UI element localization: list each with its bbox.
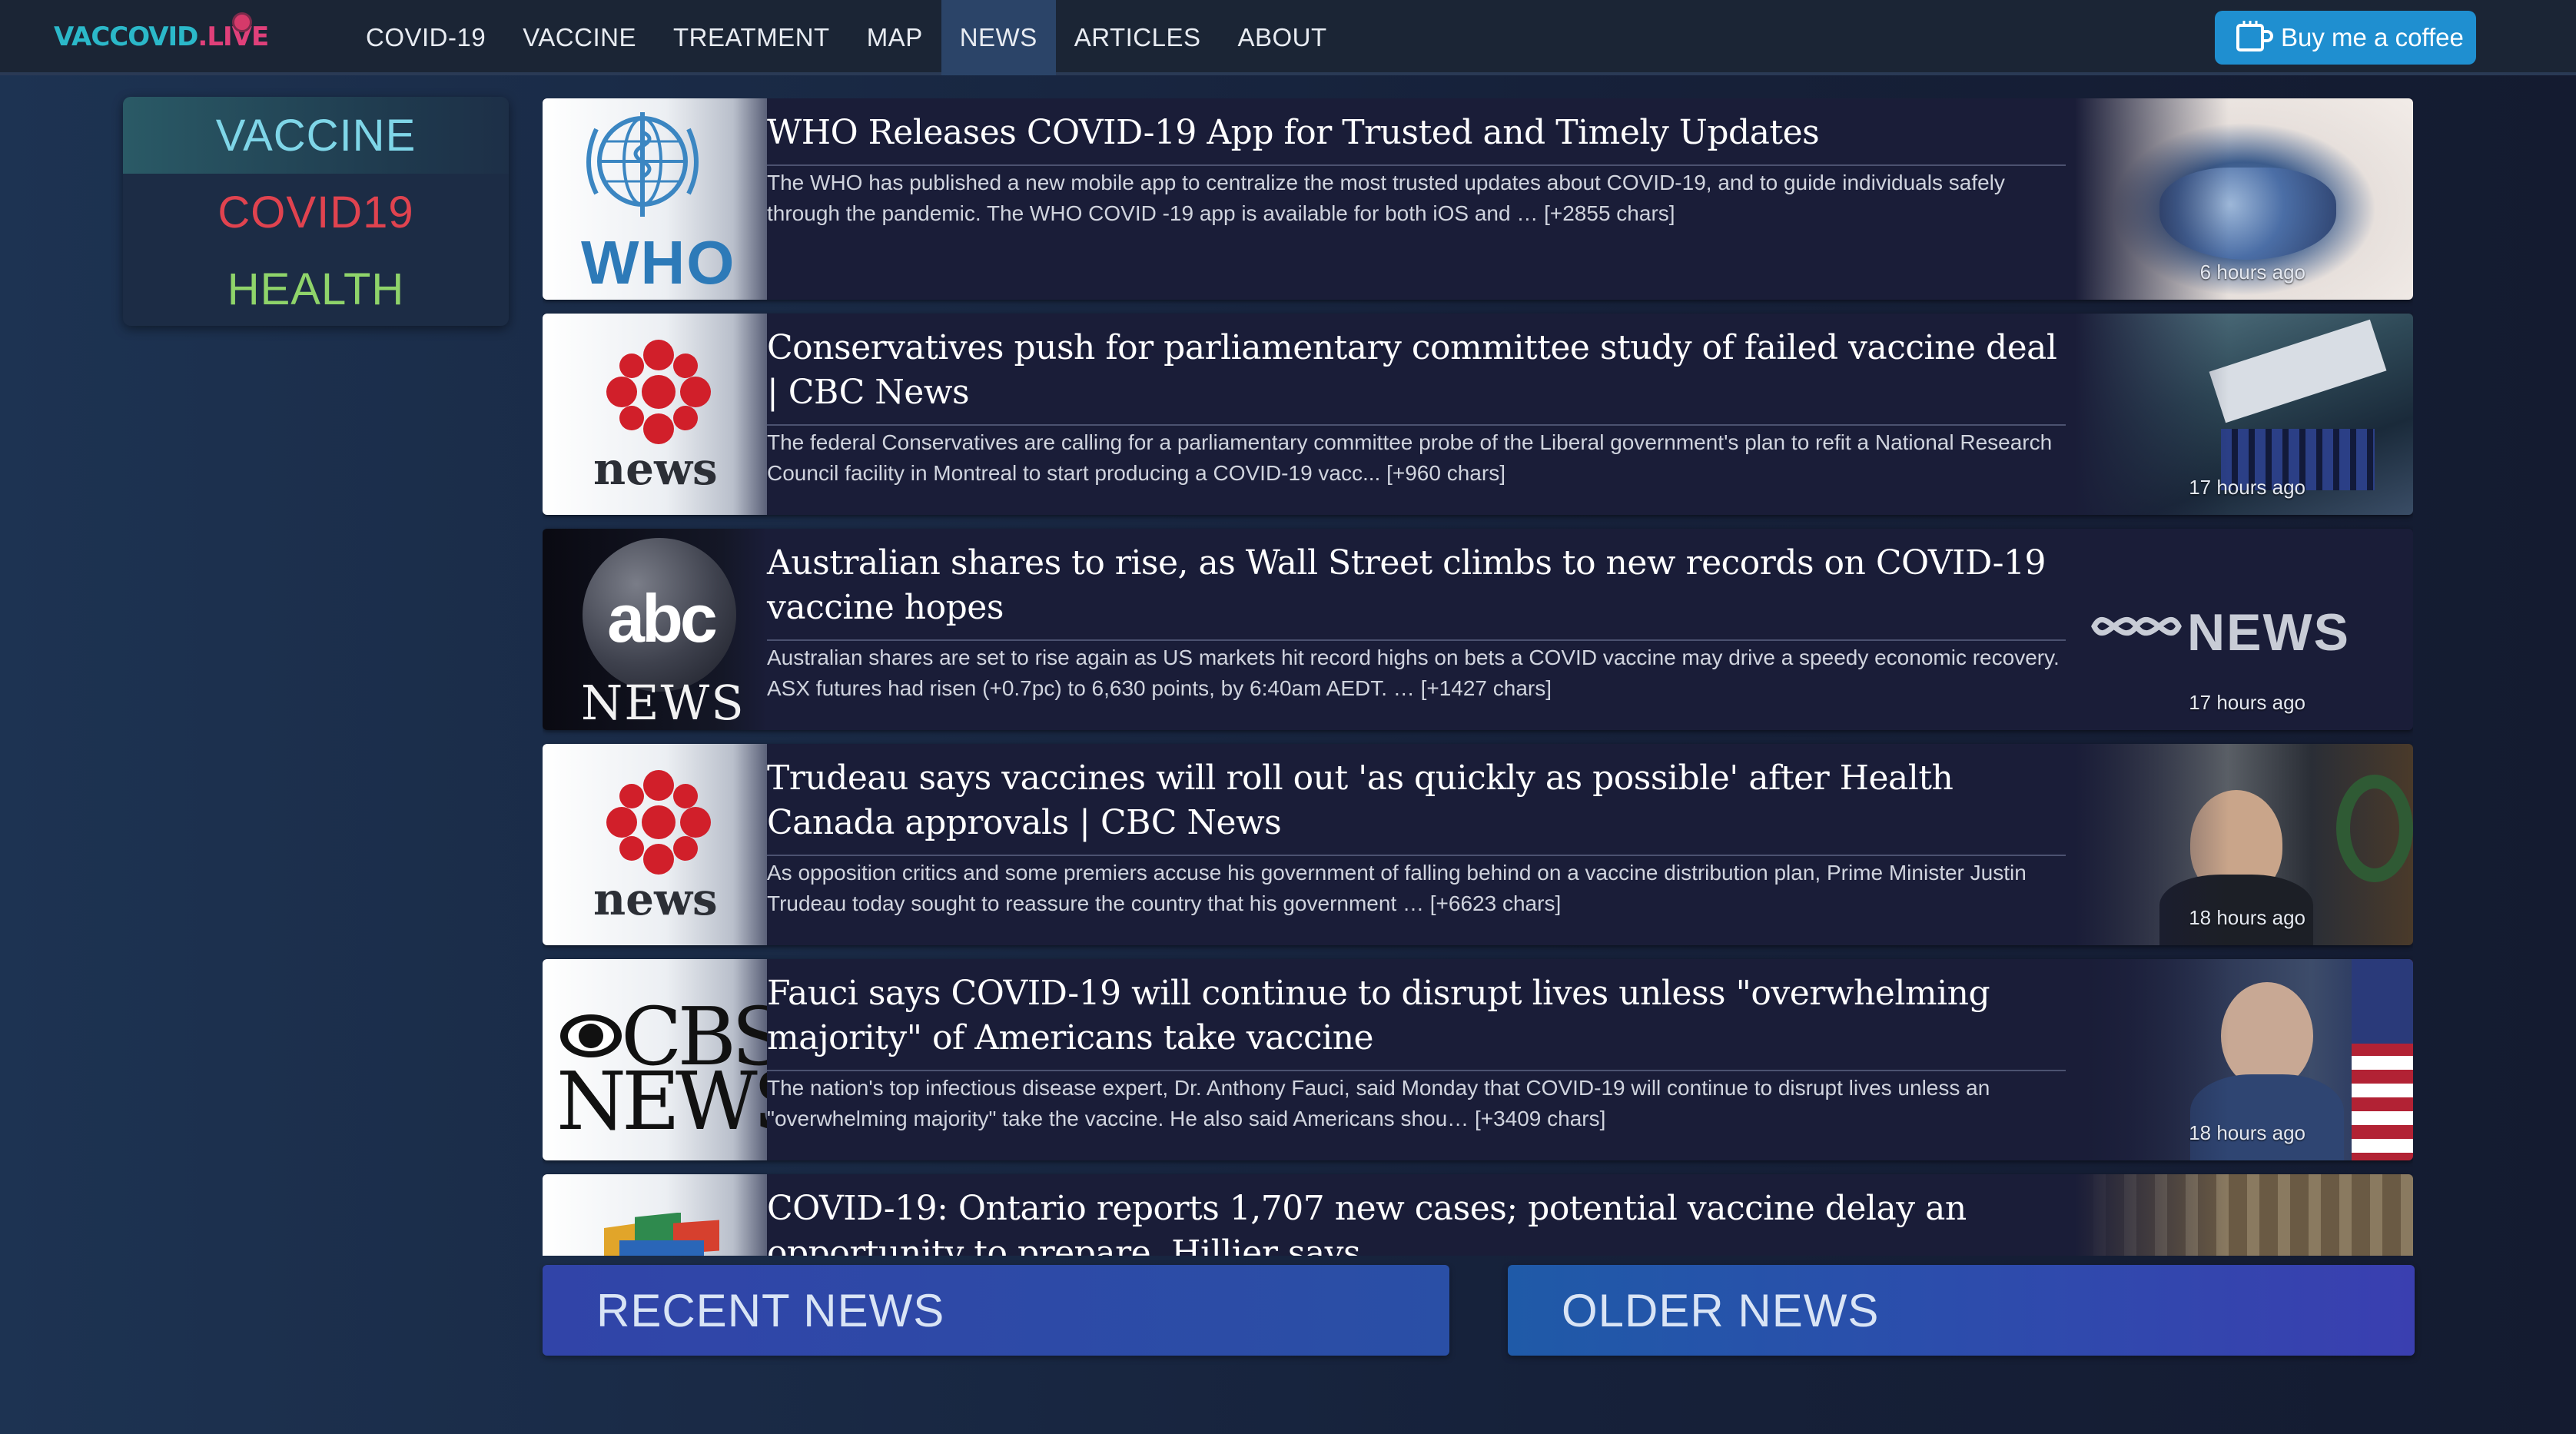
nav-item-map[interactable]: MAP xyxy=(848,0,941,75)
news-card[interactable]: news Conservatives push for parliamentar… xyxy=(543,314,2413,515)
source-logo-globalnews xyxy=(543,1174,767,1256)
news-card[interactable]: WHO WHO Releases COVID-19 App for Truste… xyxy=(543,98,2413,300)
source-logo-cbc: news xyxy=(543,744,767,945)
news-description: The WHO has published a new mobile app t… xyxy=(767,171,2005,225)
category-menu: VACCINE COVID19 HEALTH xyxy=(123,97,509,326)
news-time: 18 hours ago xyxy=(2189,1121,2305,1144)
title-divider xyxy=(767,164,2066,166)
cbc-wordmark: news xyxy=(593,873,718,925)
news-card[interactable]: abc NEWS Australian shares to rise, as W… xyxy=(543,529,2413,730)
news-time: 17 hours ago xyxy=(2189,476,2305,499)
category-health[interactable]: HEALTH xyxy=(123,251,509,327)
person-face-shape xyxy=(2221,982,2313,1090)
news-description: As opposition critics and some premiers … xyxy=(767,861,2027,915)
nav-item-vaccine[interactable]: VACCINE xyxy=(504,0,655,75)
news-description: Australian shares are set to rise again … xyxy=(767,646,2060,700)
news-thumbnail xyxy=(2075,1174,2413,1256)
thumb-fade xyxy=(2075,1174,2229,1256)
nav-item-covid19[interactable]: COVID-19 xyxy=(347,0,504,75)
logo-virus-icon xyxy=(232,12,252,32)
nav-item-treatment[interactable]: TREATMENT xyxy=(655,0,848,75)
news-card[interactable]: COVID-19: Ontario reports 1,707 new case… xyxy=(543,1174,2413,1256)
news-list: WHO WHO Releases COVID-19 App for Truste… xyxy=(543,98,2413,1256)
who-emblem-icon xyxy=(586,112,699,217)
older-news-button[interactable]: OLDER NEWS xyxy=(1508,1265,2415,1356)
title-divider xyxy=(767,855,2066,856)
news-description: The federal Conservatives are calling fo… xyxy=(767,430,2053,485)
category-covid19[interactable]: COVID19 xyxy=(123,174,509,251)
category-vaccine[interactable]: VACCINE xyxy=(123,97,509,174)
top-navbar: VACCOVID.LIVE COVID-19 VACCINE TREATMENT… xyxy=(0,0,2576,75)
news-time: 6 hours ago xyxy=(2199,261,2305,284)
coffee-cup-icon xyxy=(2236,21,2273,51)
cbc-gem-icon xyxy=(606,340,711,444)
recent-news-button[interactable]: RECENT NEWS xyxy=(543,1265,1449,1356)
source-logo-abc: abc NEWS xyxy=(543,529,767,730)
news-card[interactable]: CBS NEWS Fauci says COVID-19 will contin… xyxy=(543,959,2413,1160)
source-logo-who: WHO xyxy=(543,98,767,300)
source-logo-cbc: news xyxy=(543,314,767,515)
news-title[interactable]: Trudeau says vaccines will roll out 'as … xyxy=(767,756,2066,847)
news-description: The nation's top infectious disease expe… xyxy=(767,1076,1990,1130)
wreath-shape xyxy=(2336,775,2413,882)
news-title[interactable]: Australian shares to rise, as Wall Stree… xyxy=(767,541,2066,632)
cbc-gem-icon xyxy=(606,770,711,875)
cbc-wordmark: news xyxy=(593,443,718,495)
nav-item-news[interactable]: NEWS xyxy=(941,0,1056,75)
abc-news-thumb-text: NEWS xyxy=(2187,603,2350,662)
main-nav: COVID-19 VACCINE TREATMENT MAP NEWS ARTI… xyxy=(347,0,1346,75)
who-wordmark: WHO xyxy=(581,228,736,297)
news-title[interactable]: Fauci says COVID-19 will continue to dis… xyxy=(767,971,2066,1062)
news-time: 17 hours ago xyxy=(2189,691,2305,714)
nav-item-articles[interactable]: ARTICLES xyxy=(1056,0,1220,75)
buy-me-a-coffee-button[interactable]: Buy me a coffee xyxy=(2215,11,2476,65)
flag-canton-shape xyxy=(2352,959,2413,1044)
coffee-button-label: Buy me a coffee xyxy=(2281,23,2464,51)
news-title[interactable]: WHO Releases COVID-19 App for Trusted an… xyxy=(767,111,2066,157)
abc-news-wordmark: NEWS xyxy=(581,675,745,730)
title-divider xyxy=(767,1070,2066,1071)
title-divider xyxy=(767,424,2066,426)
title-divider xyxy=(767,639,2066,641)
cbs-news-wordmark: NEWS xyxy=(556,1054,767,1148)
news-time: 18 hours ago xyxy=(2189,906,2305,929)
news-title[interactable]: Conservatives push for parliamentary com… xyxy=(767,326,2066,417)
nav-item-about[interactable]: ABOUT xyxy=(1219,0,1345,75)
source-logo-cbs: CBS NEWS xyxy=(543,959,767,1160)
abc-wordmark: abc xyxy=(607,580,718,656)
lab-equipment-shape xyxy=(2209,319,2387,423)
news-title[interactable]: COVID-19: Ontario reports 1,707 new case… xyxy=(767,1187,2066,1256)
logo-text-main: VACCOVID xyxy=(54,22,198,52)
news-card[interactable]: news Trudeau says vaccines will roll out… xyxy=(543,744,2413,945)
global-news-logo-icon xyxy=(604,1213,719,1256)
abc-au-lissajous-icon xyxy=(2091,617,2182,636)
